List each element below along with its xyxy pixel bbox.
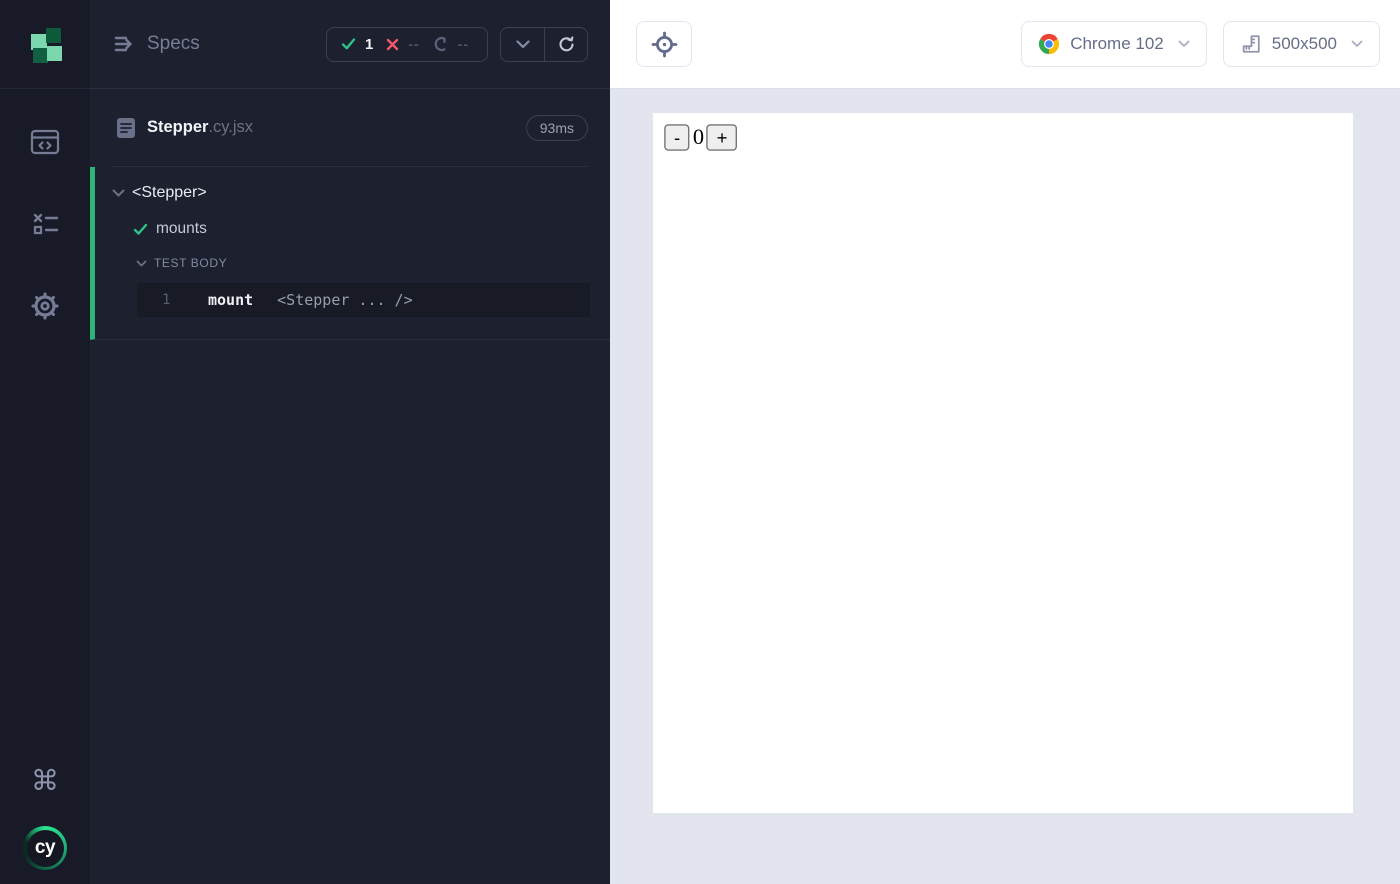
- sidebar-item-runs[interactable]: [28, 207, 62, 241]
- spec-file-name: Stepper.cy.jsx: [147, 118, 253, 137]
- stepper-decrement-button[interactable]: -: [664, 124, 690, 151]
- collapse-all-button[interactable]: [501, 28, 544, 61]
- runner-header: Chrome 102: [610, 0, 1400, 89]
- command-log-row[interactable]: 1 mount <Stepper ... />: [137, 283, 590, 317]
- viewport-size-selector[interactable]: 500x500: [1223, 21, 1380, 67]
- suite-title: <Stepper>: [132, 184, 207, 202]
- test-results-list-icon: [30, 211, 60, 237]
- component-under-test: -0+: [653, 113, 1353, 813]
- cypress-app-logo-icon: [25, 24, 65, 64]
- logo-square: [46, 28, 61, 43]
- active-spec-results: <Stepper> mounts TEST BODY 1: [90, 167, 610, 340]
- chrome-browser-icon: [1038, 33, 1060, 55]
- refresh-icon: [558, 36, 575, 53]
- test-body-label: TEST BODY: [154, 256, 227, 270]
- chevron-down-icon: [112, 189, 125, 197]
- logo-square: [47, 46, 62, 61]
- rerun-button[interactable]: [544, 28, 587, 61]
- test-body-section-row[interactable]: TEST BODY: [95, 249, 610, 277]
- ruler-icon: [1240, 33, 1262, 55]
- suite-row[interactable]: <Stepper>: [95, 177, 610, 209]
- chevron-down-icon: [516, 40, 530, 49]
- sidebar-bottom: ⌘ cy: [23, 764, 67, 884]
- stepper-increment-button[interactable]: +: [707, 124, 737, 151]
- command-method: mount: [208, 291, 253, 309]
- chevron-down-icon: [136, 260, 147, 267]
- runner-area: Chrome 102: [610, 0, 1400, 884]
- cypress-logo[interactable]: cy: [23, 826, 67, 870]
- chevron-down-icon: [1351, 40, 1363, 48]
- specs-title-wrap[interactable]: Specs: [113, 32, 200, 56]
- app-under-test-viewport: -0+: [653, 113, 1353, 813]
- stepper-value: 0: [693, 126, 704, 150]
- chevron-down-icon: [1178, 40, 1190, 48]
- runner-stage: -0+: [610, 89, 1400, 884]
- reporter-header: Specs 1 --: [90, 0, 610, 89]
- sidebar-nav: [28, 125, 62, 323]
- reporter-panel: Specs 1 --: [90, 0, 610, 884]
- spec-file-extension: .cy.jsx: [208, 118, 253, 136]
- spec-duration-badge: 93ms: [526, 115, 588, 141]
- reporter-controls: 1 -- --: [326, 27, 588, 62]
- sidebar-item-settings[interactable]: [28, 289, 62, 323]
- spec-document-icon: [116, 117, 136, 139]
- command-number: 1: [162, 292, 176, 308]
- passed-count: 1: [365, 36, 373, 53]
- sidebar-header: [0, 0, 90, 89]
- keyboard-shortcuts-button[interactable]: ⌘: [28, 764, 62, 798]
- browser-code-icon: [30, 129, 60, 155]
- test-row[interactable]: mounts: [95, 209, 610, 249]
- specs-menu-arrow-icon: [113, 32, 137, 56]
- pending-running-icon: [433, 36, 449, 52]
- crosshair-target-icon: [651, 31, 678, 58]
- run-stats: 1 -- --: [326, 27, 488, 62]
- browser-selector-label: Chrome 102: [1070, 34, 1164, 54]
- sidebar: ⌘ cy: [0, 0, 90, 884]
- command-key-icon: ⌘: [31, 767, 59, 795]
- spec-file-basename: Stepper: [147, 118, 208, 136]
- test-title: mounts: [156, 220, 207, 238]
- specs-panel-title: Specs: [147, 33, 200, 55]
- runner-header-right: Chrome 102: [1021, 21, 1380, 67]
- gear-icon: [30, 291, 60, 321]
- failed-x-icon: [386, 38, 399, 51]
- pending-count: --: [458, 36, 469, 52]
- passed-check-icon: [341, 37, 356, 51]
- viewport-size-label: 500x500: [1272, 34, 1337, 54]
- reporter-empty-area: [90, 340, 610, 884]
- cypress-app: ⌘ cy Specs: [0, 0, 1400, 884]
- sidebar-item-specs[interactable]: [28, 125, 62, 159]
- logo-square: [33, 48, 48, 63]
- cypress-logo-text: cy: [27, 830, 64, 867]
- spec-file-row[interactable]: Stepper.cy.jsx 93ms: [90, 89, 610, 166]
- reporter-button-group: [500, 27, 588, 62]
- test-passed-check-icon: [133, 223, 148, 236]
- command-message: <Stepper ... />: [277, 291, 412, 309]
- failed-count: --: [408, 36, 419, 52]
- selector-playground-button[interactable]: [636, 21, 692, 67]
- browser-selector[interactable]: Chrome 102: [1021, 21, 1207, 67]
